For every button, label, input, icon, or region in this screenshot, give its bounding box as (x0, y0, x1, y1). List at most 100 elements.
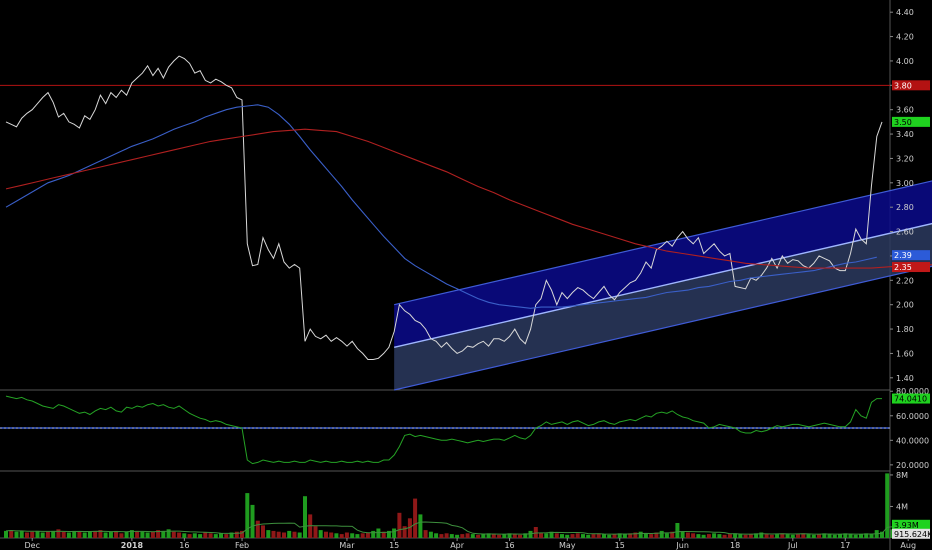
time-tick-label: Mar (339, 541, 355, 550)
ma-red-tag-text: 2.35 (894, 263, 912, 272)
volume-bar (350, 533, 355, 538)
volume-bar (602, 534, 606, 538)
volume-bar (643, 533, 648, 538)
volume-bar (402, 526, 407, 538)
volume-bar (182, 533, 187, 538)
time-tick-label: 2018 (121, 541, 144, 550)
indicator-value-tag: 74.0410 (892, 393, 930, 404)
price-tick-label: 1.60 (896, 349, 914, 358)
volume-bar (743, 534, 748, 538)
volume-bar (764, 534, 769, 538)
volume-value-tag-text: 3.93M (894, 521, 919, 530)
volume-bar (664, 533, 669, 538)
volume-bar (177, 532, 182, 538)
volume-bar (544, 533, 549, 538)
price-tick-label: 3.00 (896, 179, 914, 188)
volume-bar (318, 530, 323, 538)
indicator-tick-label: 60.0000 (896, 412, 929, 421)
volume-bar (738, 534, 743, 538)
volume-bar (297, 532, 302, 538)
volume-bar (4, 530, 8, 538)
volume-bar (528, 530, 533, 538)
volume-bar (748, 534, 753, 538)
volume-bar (659, 530, 664, 538)
volume-bar (365, 532, 370, 538)
volume-bar (324, 531, 328, 538)
volume-bar (775, 534, 780, 538)
volume-average-tag: 915.624K (892, 528, 932, 539)
volume-bar (334, 533, 339, 538)
volume-bar (87, 531, 92, 538)
volume-bar (329, 532, 334, 538)
volume-bar (859, 534, 863, 538)
volume-bar (769, 534, 774, 538)
volume-bar (19, 530, 24, 538)
volume-bar (685, 532, 690, 538)
volume-tick-label: 4M (896, 502, 908, 511)
volume-bar (187, 534, 192, 538)
volume-tick-label: 8M (896, 471, 908, 480)
volume-bar (51, 530, 56, 538)
volume-bar (518, 534, 522, 538)
volume-bar (675, 523, 680, 538)
volume-bar (339, 534, 344, 538)
volume-bar (376, 528, 381, 538)
volume-bar (460, 534, 465, 538)
volume-bar (219, 533, 223, 538)
stock-chart[interactable]: 1.401.601.802.002.202.402.602.803.003.20… (0, 0, 932, 550)
volume-bar (119, 533, 124, 538)
volume-bar (638, 531, 643, 538)
time-tick-label: Apr (450, 541, 465, 550)
volume-bar (869, 534, 874, 538)
volume-bar (224, 534, 229, 538)
ma-red-tag: 2.35 (892, 262, 930, 273)
volume-bar (491, 534, 496, 538)
volume-bar (266, 530, 271, 538)
volume-bar (717, 534, 722, 538)
price-tick-label: 4.20 (896, 33, 914, 42)
volume-bar (649, 534, 654, 538)
volume-bar (696, 534, 701, 538)
price-tick-label: 2.20 (896, 276, 914, 285)
volume-bar (806, 534, 811, 538)
volume-bar (817, 534, 821, 538)
volume-bar (161, 530, 166, 538)
volume-bar (61, 531, 66, 538)
time-tick-label: May (559, 541, 576, 550)
volume-bar (35, 530, 40, 538)
volume-bar (476, 534, 481, 538)
volume-bar (691, 533, 696, 538)
volume-bar (150, 531, 155, 538)
volume-bar (413, 498, 418, 538)
volume-bar (140, 531, 145, 538)
time-tick-label: Jun (675, 541, 689, 550)
volume-bar (276, 531, 281, 538)
indicator-value-tag-text: 74.0410 (894, 395, 927, 404)
volume-bar (245, 493, 250, 538)
resistance-price-tag: 3.80 (892, 80, 930, 91)
price-tick-label: 2.60 (896, 228, 914, 237)
volume-bar (727, 534, 732, 538)
volume-bar (838, 534, 842, 538)
volume-bar (40, 532, 45, 538)
volume-bar (25, 532, 29, 538)
volume-bar (255, 520, 260, 538)
volume-bar (565, 534, 570, 538)
volume-bar (192, 533, 197, 538)
volume-bar (796, 534, 800, 538)
volume-bar (848, 534, 853, 538)
volume-bar (706, 534, 711, 538)
volume-bar (423, 530, 428, 538)
volume-bar (811, 534, 816, 538)
volume-bar (827, 534, 832, 538)
time-tick-label: 17 (840, 541, 850, 550)
volume-bar (198, 534, 203, 538)
volume-bar (428, 531, 433, 538)
volume-bar (512, 534, 517, 538)
time-tick-label: Dec (24, 541, 39, 550)
volume-bar (790, 534, 795, 538)
volume-bar (371, 530, 376, 538)
volume-bar (292, 531, 297, 538)
volume-bar (124, 531, 129, 538)
volume-bar (439, 534, 444, 538)
